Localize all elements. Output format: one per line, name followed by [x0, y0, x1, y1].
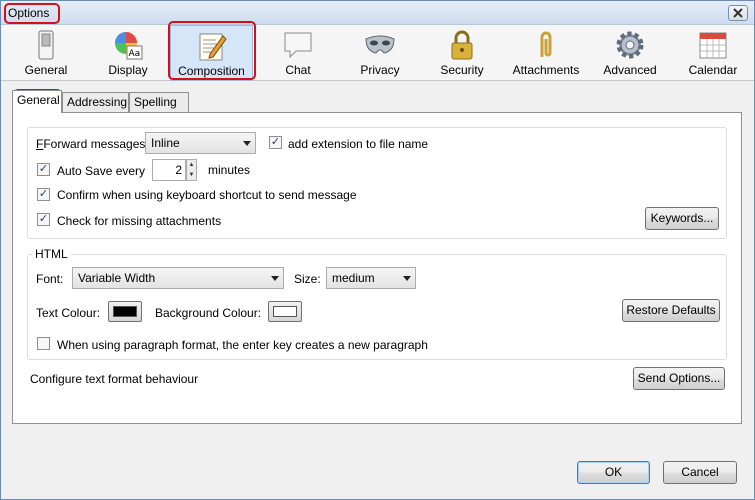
forward-messages-value: Inline [151, 136, 180, 150]
tab-spelling[interactable]: Spelling [129, 92, 189, 112]
pane-display[interactable]: Aa Display [93, 25, 163, 81]
composition-pen-icon [199, 33, 227, 61]
pane-attachments-label: Attachments [512, 63, 580, 77]
title-bar: Options [1, 1, 754, 25]
pane-calendar[interactable]: Calendar [682, 25, 744, 81]
check-missing-attachments-label: Check for missing attachments [57, 214, 222, 228]
svg-text:Aa: Aa [129, 49, 141, 59]
advanced-gear-icon [616, 31, 644, 59]
forward-messages-select[interactable]: Inline [145, 132, 256, 154]
pane-general-label: General [24, 63, 68, 77]
privacy-mask-icon [365, 35, 395, 54]
chevron-down-icon [403, 276, 411, 281]
forward-messages-label: FForward messages: [36, 137, 149, 151]
forward-messages-text: Forward messages: [43, 137, 149, 151]
spinner-down-icon[interactable]: ▼ [187, 170, 196, 180]
pane-toolbar: General Aa Display Composition Chat Priv… [1, 25, 754, 81]
tab-general[interactable]: General [12, 90, 62, 113]
auto-save-minutes-input[interactable]: 2 [152, 159, 186, 181]
pane-security-label: Security [440, 63, 484, 77]
send-options-button[interactable]: Send Options... [633, 367, 725, 390]
background-colour-picker[interactable] [268, 301, 302, 322]
background-colour-swatch [273, 306, 297, 317]
font-value: Variable Width [78, 271, 156, 285]
paragraph-format-label: When using paragraph format, the enter k… [57, 338, 428, 352]
attachments-paperclip-icon [540, 31, 552, 57]
pane-advanced[interactable]: Advanced [597, 25, 663, 81]
calendar-icon [699, 32, 727, 59]
text-colour-label: Text Colour: [36, 306, 101, 320]
chat-bubble-icon [284, 32, 312, 59]
tab-panel: FForward messages: Inline ✓ add extensio… [12, 112, 742, 424]
pane-composition-label: Composition [178, 64, 245, 78]
pane-composition[interactable]: Composition [170, 25, 253, 81]
auto-save-unit: minutes [208, 163, 251, 177]
auto-save-label: Auto Save every [57, 164, 146, 178]
confirm-shortcut-checkbox[interactable]: ✓ [37, 188, 50, 201]
pane-calendar-label: Calendar [688, 63, 738, 77]
options-window: Options General Aa Display Composition C… [0, 0, 755, 500]
add-extension-label: add extension to file name [288, 137, 429, 151]
pane-privacy[interactable]: Privacy [345, 25, 415, 81]
close-button[interactable] [728, 5, 748, 21]
check-missing-attachments-checkbox[interactable]: ✓ [37, 213, 50, 226]
auto-save-spinner[interactable]: ▲ ▼ [186, 159, 197, 181]
text-colour-picker[interactable] [108, 301, 142, 322]
auto-save-checkbox[interactable]: ✓ [37, 163, 50, 176]
add-extension-checkbox[interactable]: ✓ [269, 136, 282, 149]
text-colour-swatch [113, 306, 137, 317]
font-select[interactable]: Variable Width [72, 267, 284, 289]
window-title: Options [8, 6, 50, 20]
chevron-down-icon [243, 141, 251, 146]
pane-privacy-label: Privacy [360, 63, 400, 77]
pane-advanced-label: Advanced [603, 63, 657, 77]
pane-chat-label: Chat [285, 63, 311, 77]
security-padlock-icon [451, 30, 473, 60]
pane-display-label: Display [108, 63, 148, 77]
confirm-shortcut-label: Confirm when using keyboard shortcut to … [57, 188, 357, 202]
close-icon [733, 8, 743, 18]
html-group-title: HTML [32, 247, 71, 261]
cancel-button[interactable]: Cancel [663, 461, 737, 484]
font-label: Font: [36, 272, 64, 286]
tab-addressing[interactable]: Addressing [62, 92, 129, 112]
background-colour-label: Background Colour: [155, 306, 262, 320]
pane-attachments[interactable]: Attachments [508, 25, 584, 81]
pane-general[interactable]: General [12, 25, 80, 81]
display-palette-icon: Aa [115, 32, 143, 60]
ok-button[interactable]: OK [577, 461, 650, 484]
chevron-down-icon [271, 276, 279, 281]
size-label: Size: [294, 272, 321, 286]
spinner-up-icon[interactable]: ▲ [187, 160, 196, 170]
size-value: medium [332, 271, 375, 285]
general-switch-icon [38, 30, 54, 60]
pane-security[interactable]: Security [428, 25, 496, 81]
configure-text-format-label: Configure text format behaviour [30, 372, 199, 386]
size-select[interactable]: medium [326, 267, 416, 289]
paragraph-format-checkbox[interactable] [37, 337, 50, 350]
keywords-button[interactable]: Keywords... [645, 207, 719, 230]
restore-defaults-button[interactable]: Restore Defaults [622, 299, 720, 322]
pane-chat[interactable]: Chat [266, 25, 330, 81]
